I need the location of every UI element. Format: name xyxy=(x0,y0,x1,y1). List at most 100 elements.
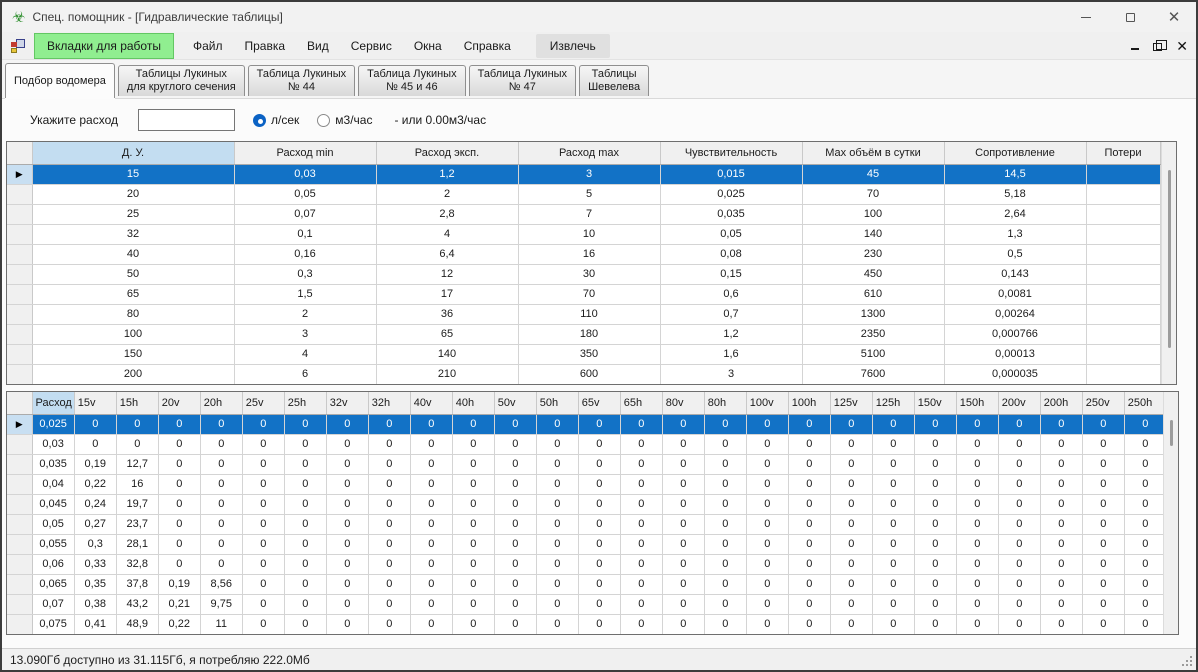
cell[interactable]: 0,3 xyxy=(234,264,376,284)
cell[interactable]: 0 xyxy=(494,474,536,494)
row-indicator[interactable] xyxy=(7,574,32,594)
cell[interactable]: 0 xyxy=(284,494,326,514)
cell[interactable]: 0 xyxy=(536,574,578,594)
cell[interactable]: 0 xyxy=(746,534,788,554)
column-header[interactable]: 40v xyxy=(410,392,452,414)
cell[interactable]: 0 xyxy=(914,454,956,474)
cell[interactable]: 0 xyxy=(746,474,788,494)
cell[interactable]: 32,8 xyxy=(116,554,158,574)
cell[interactable]: 0 xyxy=(368,474,410,494)
row-indicator[interactable] xyxy=(7,324,32,344)
cell[interactable]: 140 xyxy=(376,344,518,364)
table-row[interactable]: 320,14100,051401,3 xyxy=(7,224,1160,244)
cell[interactable]: 0 xyxy=(956,514,998,534)
cell[interactable]: 0 xyxy=(746,494,788,514)
cell[interactable]: 0 xyxy=(326,434,368,454)
table-row[interactable]: ▶150,031,230,0154514,5 xyxy=(7,164,1160,184)
cell[interactable]: 25 xyxy=(32,204,234,224)
cell[interactable]: 70 xyxy=(518,284,660,304)
row-indicator[interactable] xyxy=(7,284,32,304)
cell[interactable]: 0 xyxy=(746,554,788,574)
cell[interactable]: 0,025 xyxy=(32,414,74,434)
cell[interactable]: 0 xyxy=(1082,514,1124,534)
cell[interactable]: 0 xyxy=(704,514,746,534)
cell[interactable]: 0 xyxy=(914,594,956,614)
cell[interactable]: 1,6 xyxy=(660,344,802,364)
mdi-close-icon[interactable]: ✕ xyxy=(1176,39,1188,53)
cell[interactable]: 0 xyxy=(620,414,662,434)
table1-scrollbar[interactable] xyxy=(1161,142,1176,384)
cell[interactable]: 0 xyxy=(410,514,452,534)
cell[interactable]: 0 xyxy=(452,594,494,614)
cell[interactable]: 100 xyxy=(32,324,234,344)
cell[interactable]: 0 xyxy=(284,474,326,494)
table-row[interactable]: 0,040,2216000000000000000000000000 xyxy=(7,474,1166,494)
column-header[interactable]: Сопротивление xyxy=(944,142,1086,164)
column-header[interactable]: 200v xyxy=(998,392,1040,414)
cell[interactable]: 0 xyxy=(578,554,620,574)
cell[interactable]: 450 xyxy=(802,264,944,284)
cell[interactable]: 10 xyxy=(518,224,660,244)
cell[interactable]: 0 xyxy=(74,434,116,454)
cell[interactable]: 0 xyxy=(494,494,536,514)
cell[interactable]: 0 xyxy=(494,414,536,434)
cell[interactable]: 0 xyxy=(956,494,998,514)
cell[interactable]: 0 xyxy=(1082,534,1124,554)
cell[interactable]: 0,065 xyxy=(32,574,74,594)
cell[interactable]: 0 xyxy=(704,614,746,634)
cell[interactable]: 0,055 xyxy=(32,534,74,554)
row-indicator[interactable] xyxy=(7,204,32,224)
menu-item[interactable]: Правка xyxy=(233,34,296,58)
cell[interactable]: 0 xyxy=(452,614,494,634)
cell[interactable]: 0 xyxy=(74,414,116,434)
cell[interactable]: 0 xyxy=(998,454,1040,474)
cell[interactable]: 110 xyxy=(518,304,660,324)
cell[interactable]: 230 xyxy=(802,244,944,264)
cell[interactable]: 0 xyxy=(578,414,620,434)
cell[interactable]: 0,000035 xyxy=(944,364,1086,384)
cell[interactable]: 0 xyxy=(326,454,368,474)
cell[interactable]: 0 xyxy=(200,554,242,574)
cell[interactable]: 0 xyxy=(830,414,872,434)
cell[interactable]: 0 xyxy=(200,434,242,454)
cell[interactable]: 0 xyxy=(452,554,494,574)
cell[interactable]: 5,18 xyxy=(944,184,1086,204)
cell[interactable]: 0 xyxy=(536,514,578,534)
cell[interactable]: 0,21 xyxy=(158,594,200,614)
cell[interactable]: 0 xyxy=(1124,454,1166,474)
cell[interactable]: 0,27 xyxy=(74,514,116,534)
column-header[interactable]: Расход xyxy=(32,392,74,414)
cell[interactable]: 0 xyxy=(1040,614,1082,634)
cell[interactable]: 0 xyxy=(284,434,326,454)
cell[interactable]: 200 xyxy=(32,364,234,384)
cell[interactable]: 0 xyxy=(788,494,830,514)
column-header[interactable]: Мах объём в сутки xyxy=(802,142,944,164)
cell[interactable]: 0,35 xyxy=(74,574,116,594)
cell[interactable]: 0 xyxy=(914,494,956,514)
cell[interactable]: 0 xyxy=(1040,594,1082,614)
column-header[interactable]: 65h xyxy=(620,392,662,414)
cell[interactable]: 0 xyxy=(536,454,578,474)
cell[interactable]: 0 xyxy=(452,494,494,514)
cell[interactable]: 0 xyxy=(1124,514,1166,534)
cell[interactable]: 0 xyxy=(158,514,200,534)
cell[interactable]: 0 xyxy=(872,594,914,614)
close-button[interactable]: ✕ xyxy=(1152,2,1196,32)
cell[interactable]: 0 xyxy=(872,574,914,594)
cell[interactable]: 0 xyxy=(368,454,410,474)
cell[interactable]: 0 xyxy=(788,554,830,574)
column-header[interactable]: 250v xyxy=(1082,392,1124,414)
cell[interactable]: 0 xyxy=(746,434,788,454)
cell[interactable]: 1,3 xyxy=(944,224,1086,244)
cell[interactable]: 0 xyxy=(872,434,914,454)
cell[interactable]: 0 xyxy=(872,554,914,574)
row-indicator[interactable] xyxy=(7,344,32,364)
cell[interactable]: 0,08 xyxy=(660,244,802,264)
column-header[interactable]: 100h xyxy=(788,392,830,414)
cell[interactable]: 0 xyxy=(326,574,368,594)
cell[interactable]: 0 xyxy=(578,594,620,614)
cell[interactable]: 0,16 xyxy=(234,244,376,264)
table-row[interactable]: 250,072,870,0351002,64 xyxy=(7,204,1160,224)
cell[interactable]: 0 xyxy=(662,574,704,594)
cell[interactable]: 0 xyxy=(998,514,1040,534)
